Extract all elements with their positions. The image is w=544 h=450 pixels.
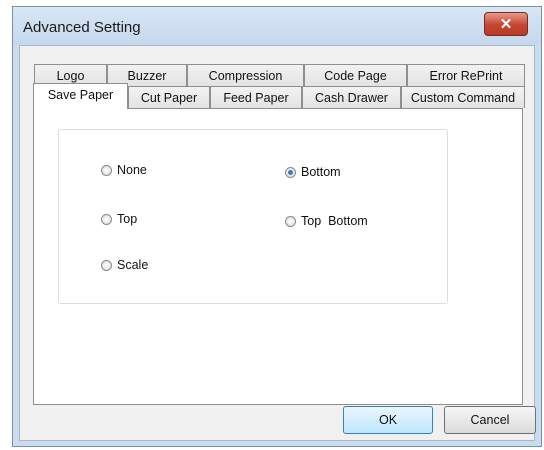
ok-button[interactable]: OK — [343, 406, 433, 434]
tab-compression[interactable]: Compression — [187, 64, 304, 86]
close-icon: ✕ — [499, 16, 513, 33]
radio-top-label: Top — [117, 212, 138, 226]
window-title: Advanced Setting — [23, 19, 141, 36]
radio-top-bottom-label: Top Bottom — [301, 214, 368, 228]
radio-button-icon — [101, 213, 112, 225]
radio-button-icon — [101, 164, 112, 176]
save-paper-panel: None Bottom Top Top Bottom Scale — [33, 108, 523, 405]
tab-code-page[interactable]: Code Page — [304, 64, 407, 86]
title-bar[interactable]: Advanced Setting ✕ — [13, 7, 541, 45]
tab-error-reprint[interactable]: Error RePrint — [407, 64, 525, 86]
close-button[interactable]: ✕ — [484, 12, 528, 36]
cancel-button[interactable]: Cancel — [444, 406, 536, 434]
radio-scale-label: Scale — [117, 258, 149, 272]
tab-save-paper[interactable]: Save Paper — [33, 83, 128, 109]
save-paper-options-group: None Bottom Top Top Bottom Scale — [58, 129, 448, 304]
tab-feed-paper[interactable]: Feed Paper — [210, 86, 302, 108]
radio-button-icon — [285, 215, 296, 227]
dialog-client-area: Logo Buzzer Compression Code Page Error … — [19, 45, 536, 441]
radio-scale[interactable]: Scale — [101, 258, 148, 272]
radio-top[interactable]: Top — [101, 212, 137, 226]
radio-button-selected-icon — [285, 166, 296, 178]
radio-none[interactable]: None — [101, 163, 147, 177]
tab-custom-command[interactable]: Custom Command — [401, 86, 525, 108]
tab-cut-paper[interactable]: Cut Paper — [128, 86, 210, 108]
radio-bottom[interactable]: Bottom — [285, 165, 341, 179]
advanced-setting-dialog: Advanced Setting ✕ Logo Buzzer Compressi… — [12, 6, 542, 447]
radio-top-bottom[interactable]: Top Bottom — [285, 214, 368, 228]
radio-button-icon — [101, 259, 112, 271]
tab-cash-drawer[interactable]: Cash Drawer — [302, 86, 401, 108]
radio-bottom-label: Bottom — [301, 165, 341, 179]
radio-none-label: None — [117, 163, 147, 177]
